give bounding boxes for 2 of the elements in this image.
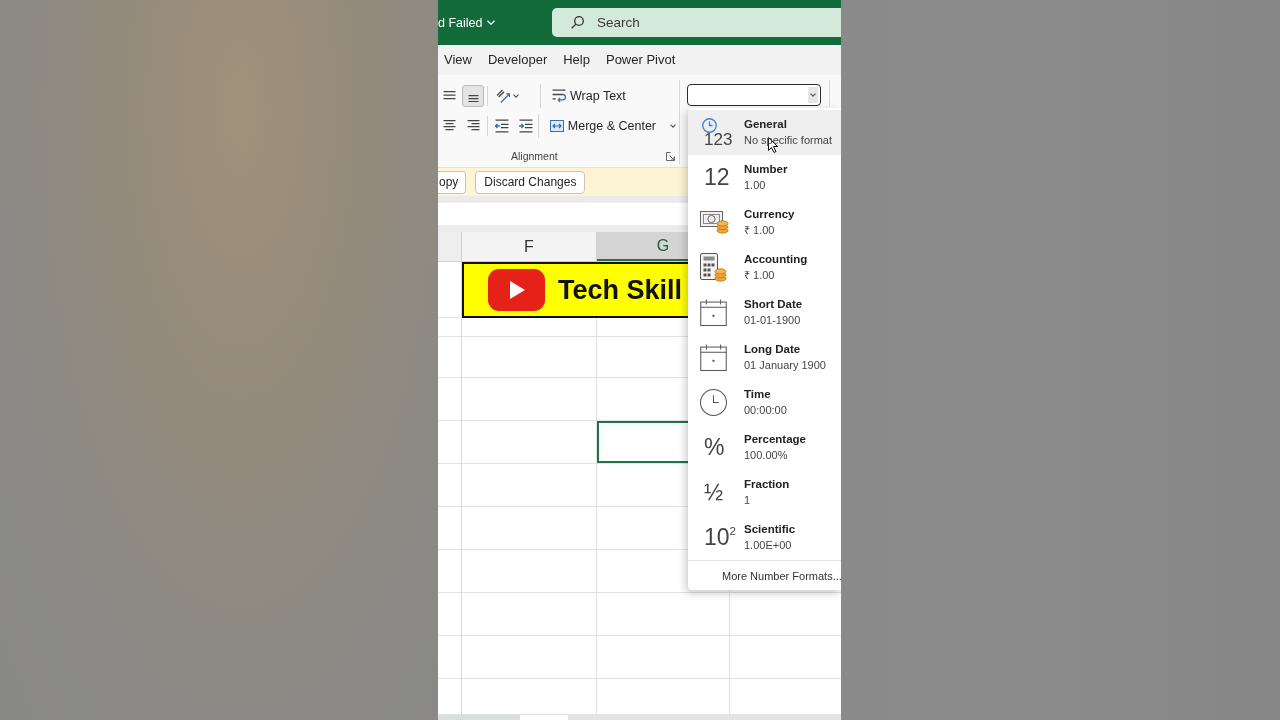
group-label: Alignment [511, 150, 558, 162]
banner-title: Tech Skill [558, 274, 683, 306]
